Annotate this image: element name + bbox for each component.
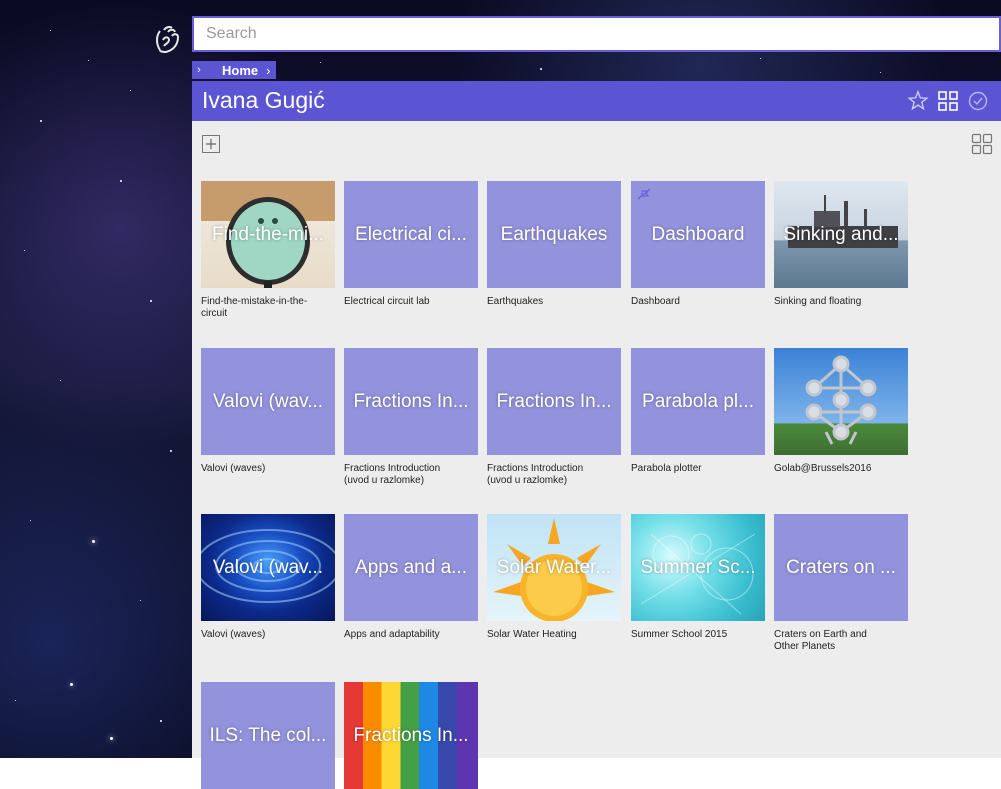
breadcrumb-arrow-icon: › xyxy=(192,61,206,79)
tile-apps-and-adaptability[interactable]: Apps and a... Apps and adaptability xyxy=(344,514,478,641)
tile-thumbnail: Earthquakes xyxy=(487,181,621,288)
tile-label: Fractions In... xyxy=(353,724,469,746)
tile-ils[interactable]: ILS: The col... xyxy=(201,682,335,789)
tile-thumbnail: Electrical ci... xyxy=(344,181,478,288)
tile-fractions-bars[interactable]: Fractions In... xyxy=(344,682,478,789)
tile-fractions-introduction[interactable]: Fractions In... Fractions Introduction (… xyxy=(487,348,621,487)
tile-caption: Valovi (waves) xyxy=(201,463,266,474)
tile-label: Find-the-mi... xyxy=(212,223,324,245)
tile-label: Summer Sc... xyxy=(640,556,756,578)
tile-caption: Sinking and floating xyxy=(774,296,862,307)
tile-caption: Find-the-mistake-in-the-circuit xyxy=(201,296,308,319)
tile-find-the-mistake[interactable]: Find-the-mi... Find-the-mistake-in-the-c… xyxy=(201,181,335,320)
tile-thumbnail: Fractions In... xyxy=(344,682,478,789)
tile-thumbnail: Valovi (wav... xyxy=(201,514,335,621)
tile-caption: Solar Water Heating xyxy=(487,629,577,640)
tile-valovi-waves[interactable]: Valovi (wav... Valovi (waves) xyxy=(201,348,335,475)
tile-caption: Electrical circuit lab xyxy=(344,296,430,307)
tile-caption: Apps and adaptability xyxy=(344,629,440,640)
view-toggle-grid-icon[interactable] xyxy=(971,133,993,160)
breadcrumb: › Home › xyxy=(192,61,277,79)
tile-label: ILS: The col... xyxy=(209,724,327,746)
tile-caption: Parabola plotter xyxy=(631,463,702,474)
tile-label: Fractions In... xyxy=(496,390,612,412)
tile-caption: Earthquakes xyxy=(487,296,544,307)
tile-thumbnail: Fractions In... xyxy=(487,348,621,455)
tile-label: Valovi (wav... xyxy=(212,390,324,412)
tile-valovi-waves[interactable]: Valovi (wav... Valovi (waves) xyxy=(201,514,335,641)
tile-label: Solar Water... xyxy=(496,556,612,578)
tile-caption: Dashboard xyxy=(631,296,680,307)
grid-icon[interactable] xyxy=(937,90,959,112)
tile-label: Fractions In... xyxy=(353,390,469,412)
tile-summer-school[interactable]: Summer Sc... Summer School 2015 xyxy=(631,514,765,641)
breadcrumb-home[interactable]: Home › xyxy=(206,61,277,79)
tile-label: Electrical ci... xyxy=(355,223,467,245)
tile-thumbnail: Summer Sc... xyxy=(631,514,765,621)
tile-thumbnail: Fractions In... xyxy=(344,348,478,455)
tile-thumbnail: Find-the-mi... xyxy=(201,181,335,288)
tile-thumbnail: Solar Water... xyxy=(487,514,621,621)
tile-thumbnail xyxy=(774,348,908,455)
title-bar: Ivana Gugić xyxy=(192,81,1001,121)
tile-thumbnail: ILS: The col... xyxy=(201,682,335,789)
tile-thumbnail: Apps and a... xyxy=(344,514,478,621)
tile-solar-water-heating[interactable]: Solar Water... Solar Water Heating xyxy=(487,514,621,641)
breadcrumb-home-label: Home xyxy=(222,62,259,78)
tile-caption: Fractions Introduction (uvod u razlomke) xyxy=(344,463,441,486)
tile-label: Earthquakes xyxy=(500,223,608,245)
tile-caption: Summer School 2015 xyxy=(631,629,728,640)
content-area: Find-the-mi... Find-the-mistake-in-the-c… xyxy=(192,121,1001,789)
tile-thumbnail: Valovi (wav... xyxy=(201,348,335,455)
tile-thumbnail: Craters on ... xyxy=(774,514,908,621)
tile-craters[interactable]: Craters on ... Craters on Earth and Othe… xyxy=(774,514,908,653)
tile-fractions-introduction[interactable]: Fractions In... Fractions Introduction (… xyxy=(344,348,478,487)
tile-sinking-and-floating[interactable]: Sinking and... Sinking and floating xyxy=(774,181,908,308)
tile-caption: Golab@Brussels2016 xyxy=(774,463,872,474)
add-icon[interactable] xyxy=(202,135,220,153)
star-icon[interactable] xyxy=(907,90,929,112)
tile-label: Valovi (wav... xyxy=(212,556,324,578)
tile-earthquakes[interactable]: Earthquakes Earthquakes xyxy=(487,181,621,308)
tile-label: Dashboard xyxy=(651,223,745,245)
tile-golab-brussels[interactable]: Golab@Brussels2016 xyxy=(774,348,908,475)
tile-electrical-circuit[interactable]: Electrical ci... Electrical circuit lab xyxy=(344,181,478,308)
tile-dashboard[interactable]: Dashboard Dashboard xyxy=(631,181,765,308)
clock-icon[interactable] xyxy=(967,90,989,112)
tile-thumbnail: Dashboard xyxy=(631,181,765,288)
search-input[interactable] xyxy=(204,24,999,44)
tile-thumbnail: Parabola pl... xyxy=(631,348,765,455)
hand-logo-icon[interactable] xyxy=(150,22,186,58)
page-title: Ivana Gugić xyxy=(202,87,325,113)
search-bar[interactable] xyxy=(192,16,1001,52)
tile-thumbnail: Sinking and... xyxy=(774,181,908,288)
tile-caption: Fractions Introduction (uvod u razlomke) xyxy=(487,463,584,486)
tile-label: Apps and a... xyxy=(355,556,467,578)
tile-label: Sinking and... xyxy=(783,223,899,245)
tile-caption: Craters on Earth and Other Planets xyxy=(774,629,867,652)
chevron-right-icon: › xyxy=(266,62,271,78)
tile-caption: Valovi (waves) xyxy=(201,629,266,640)
tile-label: Craters on ... xyxy=(786,556,896,578)
tile-parabola-plotter[interactable]: Parabola pl... Parabola plotter xyxy=(631,348,765,475)
tile-label: Parabola pl... xyxy=(642,390,754,412)
